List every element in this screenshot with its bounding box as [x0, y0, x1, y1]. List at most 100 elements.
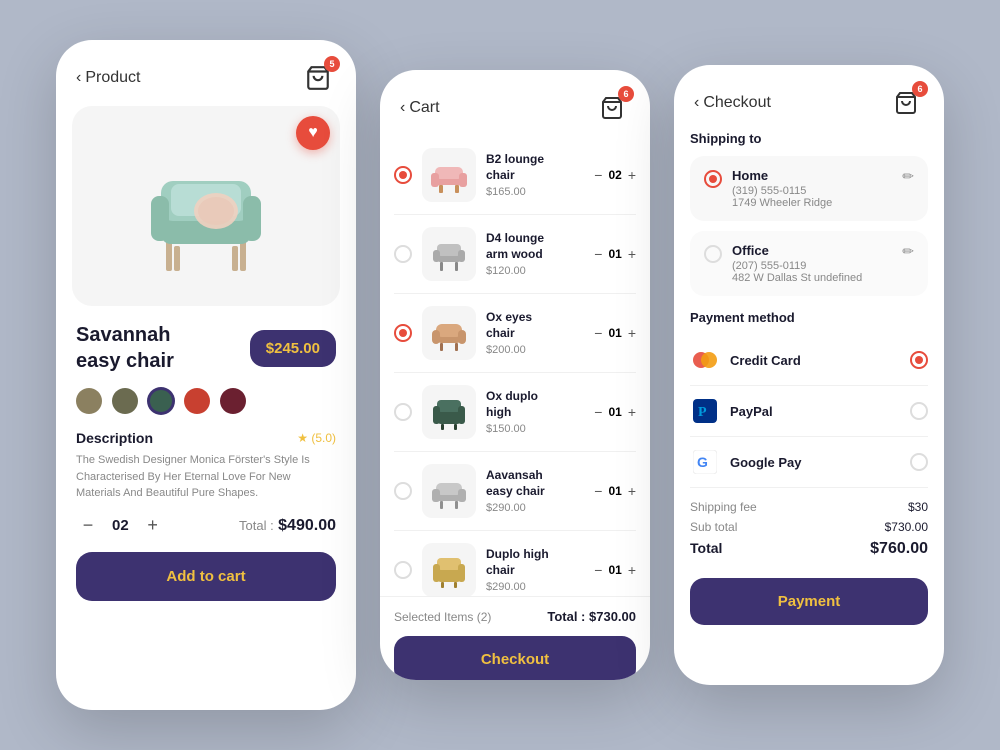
payment-paypal[interactable]: P PayPal [690, 386, 928, 437]
address-office-card[interactable]: Office (207) 555-0119 482 W Dallas St un… [690, 231, 928, 296]
cart-item-6-decrease[interactable]: − [594, 562, 602, 578]
cart-item-6-qty: 01 [608, 563, 621, 577]
shipping-fee-label: Shipping fee [690, 500, 757, 514]
wishlist-button[interactable]: ♥ [296, 116, 330, 150]
cart-item-2-increase[interactable]: + [628, 246, 636, 262]
quantity-increase-button[interactable]: + [141, 514, 165, 538]
subtotal-row: Sub total $730.00 [690, 520, 928, 534]
aavansah-easy-chair-icon [427, 469, 471, 513]
cart-item-1-decrease[interactable]: − [594, 167, 602, 183]
cart-item-3-decrease[interactable]: − [594, 325, 602, 341]
address-office-name: Office [732, 243, 892, 258]
cart-screen: ‹ Cart 6 [380, 70, 650, 680]
cart-item-1-radio[interactable] [394, 166, 412, 184]
color-option-3[interactable] [148, 388, 174, 414]
cart-items-list: B2 loungechair $165.00 − 02 + [380, 136, 650, 596]
color-options [76, 388, 336, 414]
color-option-2[interactable] [112, 388, 138, 414]
order-summary: Shipping fee $30 Sub total $730.00 Total… [690, 488, 928, 570]
quantity-decrease-button[interactable]: − [76, 514, 100, 538]
address-office-radio[interactable] [704, 245, 722, 263]
cart-item-1-price: $165.00 [486, 186, 584, 198]
paypal-radio[interactable] [910, 402, 928, 420]
address-office-phone: (207) 555-0119 [732, 260, 892, 272]
checkout-back-button[interactable]: ‹ Checkout [694, 94, 771, 112]
payment-section-title: Payment method [690, 310, 928, 325]
address-office-edit-button[interactable]: ✏ [902, 243, 914, 260]
product-cart-button[interactable]: 5 [300, 60, 336, 96]
cart-item-2-name: D4 loungearm wood [486, 231, 584, 262]
product-price: $245.00 [250, 330, 336, 367]
checkout-header-title: Checkout [703, 94, 771, 112]
cart-item-4-radio[interactable] [394, 403, 412, 421]
cart-item-4-decrease[interactable]: − [594, 404, 602, 420]
quantity-value: 02 [112, 517, 129, 534]
cart-cart-button[interactable]: 6 [594, 90, 630, 126]
cart-back-chevron-icon: ‹ [400, 99, 405, 117]
cart-item-3-increase[interactable]: + [628, 325, 636, 341]
cart-item-6-image [422, 543, 476, 596]
cart-item-4-increase[interactable]: + [628, 404, 636, 420]
checkout-cart-badge: 6 [912, 81, 928, 97]
cart-back-button[interactable]: ‹ Cart [400, 99, 440, 117]
google-pay-radio[interactable] [910, 453, 928, 471]
payment-button[interactable]: Payment [690, 578, 928, 625]
credit-card-icon [690, 345, 720, 375]
product-header-title: Product [85, 69, 140, 87]
duplo-high-chair-icon [427, 548, 471, 592]
cart-checkout-button[interactable]: Checkout [394, 636, 636, 680]
checkout-screen: ‹ Checkout 6 Shipping to [674, 65, 944, 685]
payment-google-pay[interactable]: G Google Pay [690, 437, 928, 488]
cart-item-4-qty: 01 [608, 405, 621, 419]
description-label: Description [76, 430, 153, 446]
cart-selected-items: Selected Items (2) [394, 610, 491, 624]
color-option-4[interactable] [184, 388, 210, 414]
paypal-logo-icon: P [693, 399, 717, 423]
cart-item-2: D4 loungearm wood $120.00 − 01 + [394, 215, 636, 294]
cart-item-1: B2 loungechair $165.00 − 02 + [394, 136, 636, 215]
cart-item-6: Duplo highchair $290.00 − 01 + [394, 531, 636, 596]
cart-item-5-radio[interactable] [394, 482, 412, 500]
address-home-street: 1749 Wheeler Ridge [732, 197, 892, 209]
product-screen: ‹ Product 5 ♥ [56, 40, 356, 710]
cart-item-6-price: $290.00 [486, 581, 584, 593]
address-home-card[interactable]: Home (319) 555-0115 1749 Wheeler Ridge ✏ [690, 156, 928, 221]
color-option-5[interactable] [220, 388, 246, 414]
cart-item-5-increase[interactable]: + [628, 483, 636, 499]
checkout-cart-button[interactable]: 6 [888, 85, 924, 121]
checkout-total-label: Total [690, 540, 722, 558]
color-option-1[interactable] [76, 388, 102, 414]
b2-lounge-chair-icon [427, 153, 471, 197]
cart-item-4: Ox duplohigh $150.00 − 01 + [394, 373, 636, 452]
add-to-cart-button[interactable]: Add to cart [76, 552, 336, 601]
cart-item-1-image [422, 148, 476, 202]
cart-item-5-decrease[interactable]: − [594, 483, 602, 499]
product-description: The Swedish Designer Monica Förster's St… [76, 452, 336, 502]
cart-item-6-increase[interactable]: + [628, 562, 636, 578]
mastercard-icon [691, 350, 719, 370]
cart-item-6-name: Duplo highchair [486, 547, 584, 578]
payment-credit-card[interactable]: Credit Card [690, 335, 928, 386]
address-home-radio[interactable] [704, 170, 722, 188]
cart-item-3-price: $200.00 [486, 344, 584, 356]
product-image-area: ♥ [72, 106, 340, 306]
credit-card-radio[interactable] [910, 351, 928, 369]
product-back-button[interactable]: ‹ Product [76, 69, 140, 87]
cart-item-6-radio[interactable] [394, 561, 412, 579]
address-home-name: Home [732, 168, 892, 183]
total-label: Total : [239, 518, 274, 533]
total-row: Total $760.00 [690, 540, 928, 558]
cart-item-5: Aavansaheasy chair $290.00 − 01 + [394, 452, 636, 531]
product-cart-badge: 5 [324, 56, 340, 72]
address-home-edit-button[interactable]: ✏ [902, 168, 914, 185]
cart-item-2-radio[interactable] [394, 245, 412, 263]
cart-item-3-radio[interactable] [394, 324, 412, 342]
cart-item-2-decrease[interactable]: − [594, 246, 602, 262]
cart-item-3-qty: 01 [608, 326, 621, 340]
google-pay-icon: G [690, 447, 720, 477]
cart-item-3: Ox eyeschair $200.00 − 01 + [394, 294, 636, 373]
cart-item-4-price: $150.00 [486, 423, 584, 435]
subtotal-label: Sub total [690, 520, 737, 534]
cart-item-1-increase[interactable]: + [628, 167, 636, 183]
cart-item-1-name: B2 loungechair [486, 152, 584, 183]
